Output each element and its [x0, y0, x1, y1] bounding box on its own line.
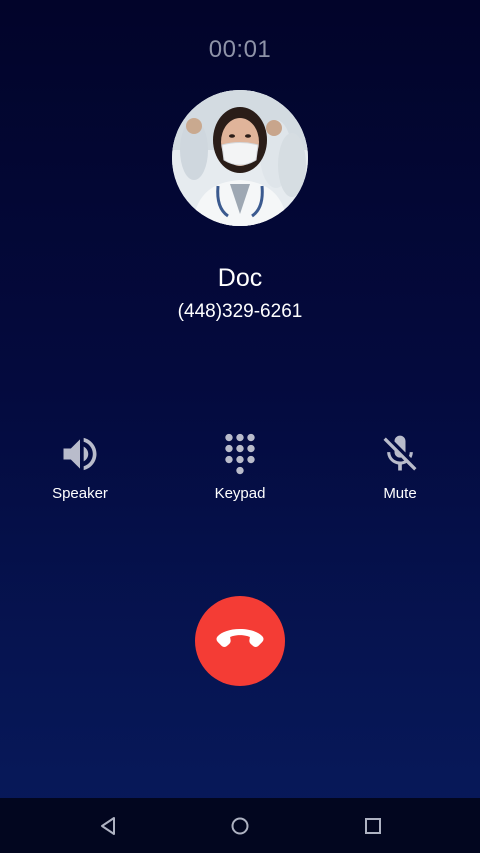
end-call-icon — [216, 629, 264, 647]
call-controls: Speaker Keypad Mute — [0, 432, 480, 512]
keypad-label: Keypad — [214, 485, 266, 502]
recents-icon[interactable] — [358, 811, 388, 841]
end-call-button[interactable] — [195, 596, 285, 686]
mute-button[interactable]: Mute — [340, 432, 460, 512]
contact-number: (448)329-6261 — [177, 301, 303, 322]
system-navigation-bar — [0, 798, 480, 853]
speaker-label: Speaker — [52, 485, 108, 502]
mic-off-icon — [383, 435, 417, 471]
keypad-button[interactable]: Keypad — [180, 432, 300, 512]
back-icon[interactable] — [93, 811, 123, 841]
contact-photo — [172, 90, 308, 226]
contact-name: Doc — [217, 264, 263, 292]
speaker-button[interactable]: Speaker — [20, 432, 140, 512]
call-timer: 00:01 — [208, 36, 272, 63]
contact-avatar — [172, 90, 308, 226]
dialpad-icon — [225, 433, 255, 475]
speaker-icon — [63, 437, 97, 471]
home-icon[interactable] — [225, 811, 255, 841]
mute-label: Mute — [383, 485, 417, 502]
